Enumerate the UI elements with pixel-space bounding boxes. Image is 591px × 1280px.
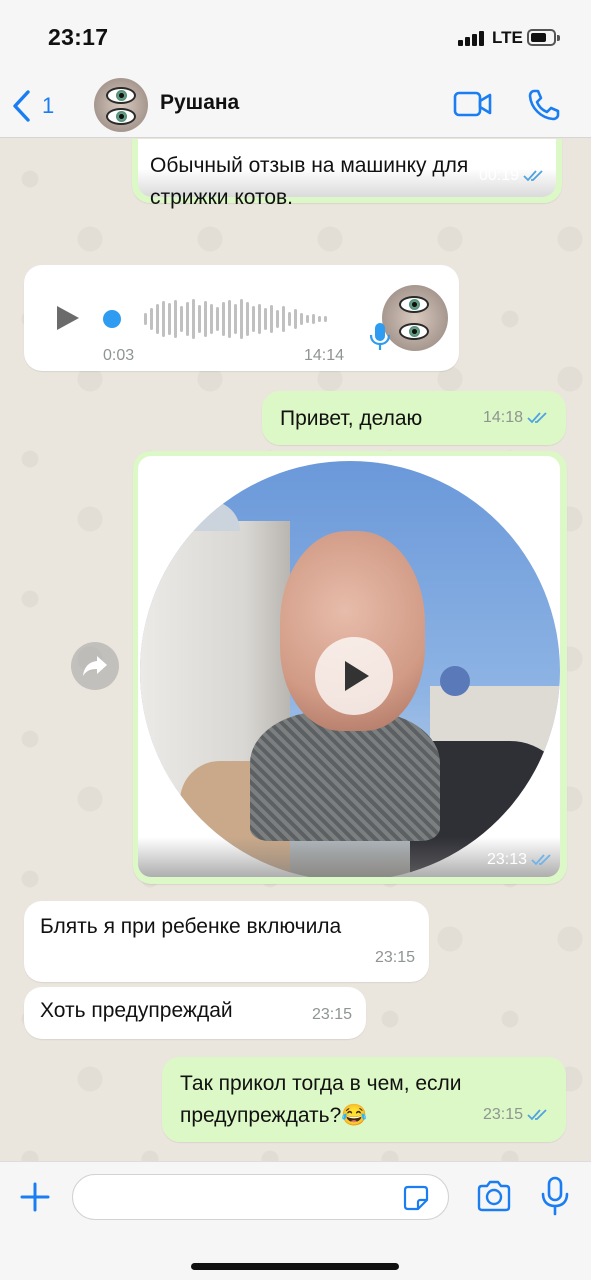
forward-arrow-icon [83,656,107,676]
message-meta: 14:18 [483,402,549,434]
message-time: 23:13 [486,851,527,868]
message-time: 00:19 [478,167,519,184]
video-call-icon[interactable] [453,89,493,119]
voice-duration: 0:03 [103,347,135,364]
read-ticks-icon [523,170,543,182]
message-outgoing-text[interactable]: Так прикол тогда в чем, если предупрежда… [162,1057,566,1142]
message-time: 23:15 [311,1006,352,1023]
message-time: 23:15 [482,1106,523,1123]
battery-icon [527,29,560,46]
phone-call-icon[interactable] [526,87,562,123]
status-time: 23:17 [48,24,109,50]
contact-avatar[interactable] [94,78,148,132]
chevron-left-icon [13,90,30,122]
back-button[interactable]: 1 [10,86,54,126]
message-input[interactable] [72,1174,449,1220]
microphone-icon [369,323,391,350]
sticker-icon[interactable] [402,1184,430,1212]
message-meta: 23:15 [312,999,352,1031]
play-icon[interactable] [56,305,80,331]
microphone-icon[interactable] [540,1176,570,1216]
message-time: 14:18 [482,409,523,426]
message-text: Привет, делаю [280,407,423,430]
video-note-thumbnail[interactable] [140,461,560,877]
home-indicator [191,1263,399,1270]
message-meta: 23:13 [487,844,553,876]
read-ticks-icon [527,412,547,424]
camera-icon[interactable] [476,1180,512,1212]
message-incoming-text[interactable]: Хоть предупреждай 23:15 [24,987,366,1039]
message-text: Хоть предупреждай [40,999,233,1022]
voice-progress-dot[interactable] [103,310,121,328]
play-icon[interactable] [315,637,393,715]
message-meta: 23:15 [483,1099,549,1131]
message-meta: 23:15 [375,942,415,974]
message-outgoing-video-note[interactable]: 23:13 [133,451,567,884]
message-time: 23:15 [374,949,415,966]
message-meta: 00:19 [479,160,545,192]
plus-icon[interactable] [20,1182,50,1212]
chat-area[interactable]: Обычный отзыв на машинку для стрижки кот… [0,139,591,1161]
message-outgoing-text[interactable]: Обычный отзыв на машинку для стрижки кот… [132,139,562,209]
read-ticks-icon [531,854,551,866]
forward-button[interactable] [71,642,119,690]
message-outgoing-text[interactable]: Привет, делаю 14:18 [262,391,566,445]
contact-name[interactable]: Рушана [160,91,239,115]
message-incoming-voice[interactable]: 0:03 14:14 [24,265,459,371]
status-bar: 23:17 LTE [0,0,591,74]
unread-count: 1 [42,93,55,118]
message-text: Блять я при ребенке включила [40,915,342,938]
read-ticks-icon [527,1109,547,1121]
message-incoming-text[interactable]: Блять я при ребенке включила 23:15 [24,901,429,982]
chat-header: 1 Рушана [0,74,591,138]
message-time: 14:14 [304,347,345,364]
network-type: LTE [492,28,523,47]
voice-waveform [144,297,327,341]
signal-strength-icon [458,31,486,46]
sender-avatar [382,285,448,351]
message-input-bar [0,1161,591,1280]
